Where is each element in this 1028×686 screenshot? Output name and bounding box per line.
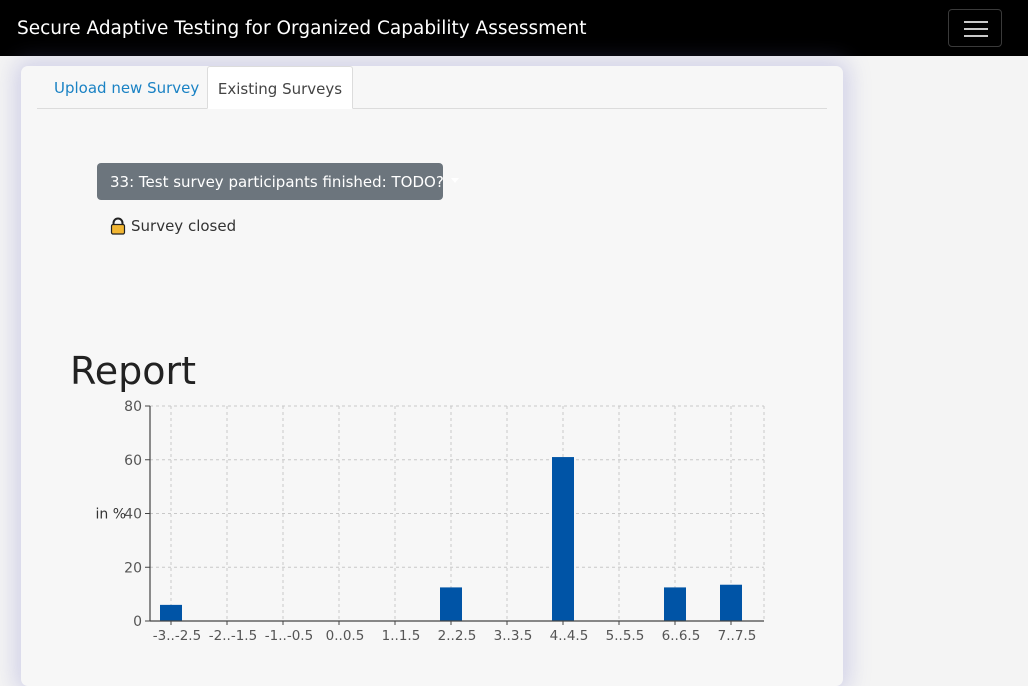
main-card: Upload new Survey Existing Surveys 33: T… xyxy=(21,66,843,686)
chart-bar-2..2.5 xyxy=(440,587,462,621)
x-tick-label: -1..-0.5 xyxy=(265,628,313,644)
x-tick-label: 2..2.5 xyxy=(438,628,477,644)
navbar: Secure Adaptive Testing for Organized Ca… xyxy=(0,0,1028,56)
chart-bar-4..4.5 xyxy=(552,457,574,621)
y-axis-label: in % xyxy=(95,507,126,523)
x-tick-label: 3..3.5 xyxy=(494,628,533,644)
x-tick-label: 5..5.5 xyxy=(606,628,645,644)
y-tick-label: 20 xyxy=(124,560,142,576)
x-tick-label: 6..6.5 xyxy=(662,628,701,644)
x-tick-label: 0..0.5 xyxy=(326,628,365,644)
hamburger-menu-icon-line xyxy=(964,28,988,30)
report-chart: 0 20 40 60 80 in % -3..-2.5 -2..-1.5 -1..-0.5 0..… xyxy=(95,399,765,644)
hamburger-menu-icon-line xyxy=(964,35,988,37)
hamburger-menu-icon xyxy=(964,21,988,23)
x-tick-label: -3..-2.5 xyxy=(153,628,201,644)
x-tick-label: 4..4.5 xyxy=(550,628,589,644)
chart-bar--3..-2.5 xyxy=(160,604,182,621)
y-tick-label: 60 xyxy=(124,453,142,469)
chart-bar-6..6.5 xyxy=(664,587,686,621)
x-tick-label: 1..1.5 xyxy=(382,628,421,644)
x-tick-label: -2..-1.5 xyxy=(209,628,257,644)
y-tick-label: 0 xyxy=(133,614,142,630)
x-tick-label: 7..7.5 xyxy=(718,628,757,644)
y-tick-label: 40 xyxy=(124,507,142,523)
hamburger-menu-button[interactable] xyxy=(948,9,1002,47)
chart-bar-7..7.5 xyxy=(720,584,742,621)
y-tick-label: 80 xyxy=(124,399,142,415)
app-title[interactable]: Secure Adaptive Testing for Organized Ca… xyxy=(17,0,587,56)
